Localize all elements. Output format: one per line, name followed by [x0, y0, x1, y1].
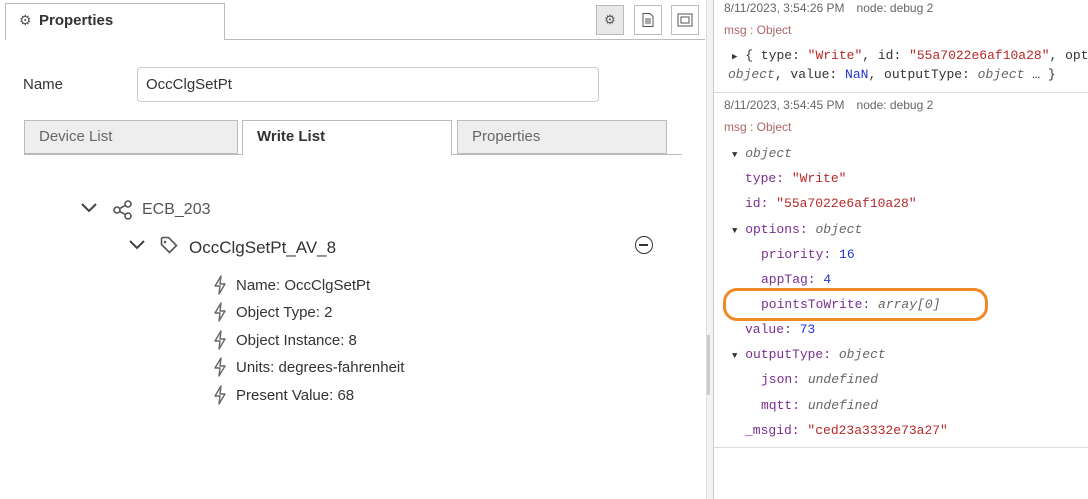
caret-right-icon[interactable]: ▶ [732, 52, 737, 62]
tree-row-output-type[interactable]: ▼ outputType: object [732, 347, 886, 362]
tree-row-options[interactable]: ▼ options: object [732, 222, 862, 237]
bolt-icon [214, 302, 226, 322]
frame-icon [677, 13, 693, 27]
document-icon [642, 13, 654, 27]
message-divider [714, 447, 1088, 448]
remove-object-button[interactable] [635, 236, 653, 254]
device-label[interactable]: ECB_203 [142, 201, 211, 219]
tab-write-list[interactable]: Write List [242, 120, 452, 155]
bolt-icon [214, 275, 226, 295]
property-row: Name: OccClgSetPt [212, 275, 370, 295]
debug-timestamp: 8/11/2023, 3:54:45 PM [724, 98, 845, 112]
collapsed-object-line-2: object, value: NaN, outputType: object …… [728, 67, 1056, 82]
tree-root[interactable]: ▼ object [732, 146, 792, 161]
annotation-highlight [723, 288, 988, 321]
property-text: Name: OccClgSetPt [236, 276, 371, 294]
caret-down-icon[interactable]: ▼ [732, 150, 737, 160]
settings-button[interactable]: ⚙ [596, 5, 624, 35]
tree-row-mqtt: mqtt: undefined [761, 398, 879, 413]
appearance-button[interactable] [671, 5, 699, 35]
property-row: Present Value: 68 [212, 385, 354, 405]
description-button[interactable] [634, 5, 662, 35]
caret-down-icon[interactable]: ▼ [732, 351, 737, 361]
collapsed-object-line[interactable]: ▶ { type: "Write", id: "55a7022e6af10a28… [732, 48, 1088, 63]
property-text: Units: degrees-fahrenheit [236, 358, 405, 376]
debug-node-link[interactable]: node: debug 2 [857, 1, 934, 15]
property-text: Object Instance: 8 [236, 331, 357, 349]
debug-topic: msg : Object [724, 120, 792, 134]
debug-timestamp: 8/11/2023, 3:54:26 PM [724, 1, 845, 15]
tab-device-list[interactable]: Device List [24, 120, 238, 154]
chevron-down-icon[interactable] [128, 239, 146, 251]
tree-row-priority: priority: 16 [761, 247, 855, 262]
property-text: Present Value: 68 [236, 386, 355, 404]
caret-down-icon[interactable]: ▼ [732, 226, 737, 236]
property-row: Object Instance: 8 [212, 330, 357, 350]
bolt-icon [214, 385, 226, 405]
debug-meta: 8/11/2023, 3:54:45 PM node: debug 2 [724, 98, 945, 112]
debug-panel: 8/11/2023, 3:54:26 PM node: debug 2 msg :… [714, 0, 1088, 499]
gear-icon: ⚙ [19, 12, 32, 28]
name-label: Name [23, 76, 64, 93]
properties-tab[interactable]: ⚙ Properties [5, 3, 225, 39]
properties-tab-label: Properties [39, 12, 114, 29]
chevron-down-icon[interactable] [80, 202, 98, 214]
tree-row-json: json: undefined [761, 372, 879, 387]
debug-node-link[interactable]: node: debug 2 [857, 98, 934, 112]
bolt-icon [214, 357, 226, 377]
message-divider [714, 92, 1088, 93]
property-row: Units: degrees-fahrenheit [212, 357, 404, 377]
object-label[interactable]: OccClgSetPt_AV_8 [189, 238, 336, 258]
panel-splitter[interactable] [706, 0, 714, 499]
gear-icon: ⚙ [604, 12, 616, 27]
property-row: Object Type: 2 [212, 302, 332, 322]
tree-row-type: type: "Write" [745, 171, 847, 186]
tag-icon [160, 236, 178, 254]
tree-row-msgid: _msgid: "ced23a3332e73a27" [745, 423, 948, 438]
debug-meta: 8/11/2023, 3:54:26 PM node: debug 2 [724, 1, 945, 15]
debug-topic: msg : Object [724, 23, 792, 37]
name-input[interactable] [137, 67, 599, 102]
tree-row-apptag: appTag: 4 [761, 272, 832, 287]
property-text: Object Type: 2 [236, 303, 333, 321]
splitter-handle[interactable] [707, 335, 710, 395]
share-icon [113, 200, 132, 220]
bolt-icon [214, 330, 226, 350]
tab-properties[interactable]: Properties [457, 120, 667, 154]
tree-row-value: value: 73 [745, 322, 816, 337]
tree-row-id: id: "55a7022e6af10a28" [745, 196, 917, 211]
properties-panel: ⚙ Properties ⚙ Name Device List Write Li… [0, 0, 706, 499]
